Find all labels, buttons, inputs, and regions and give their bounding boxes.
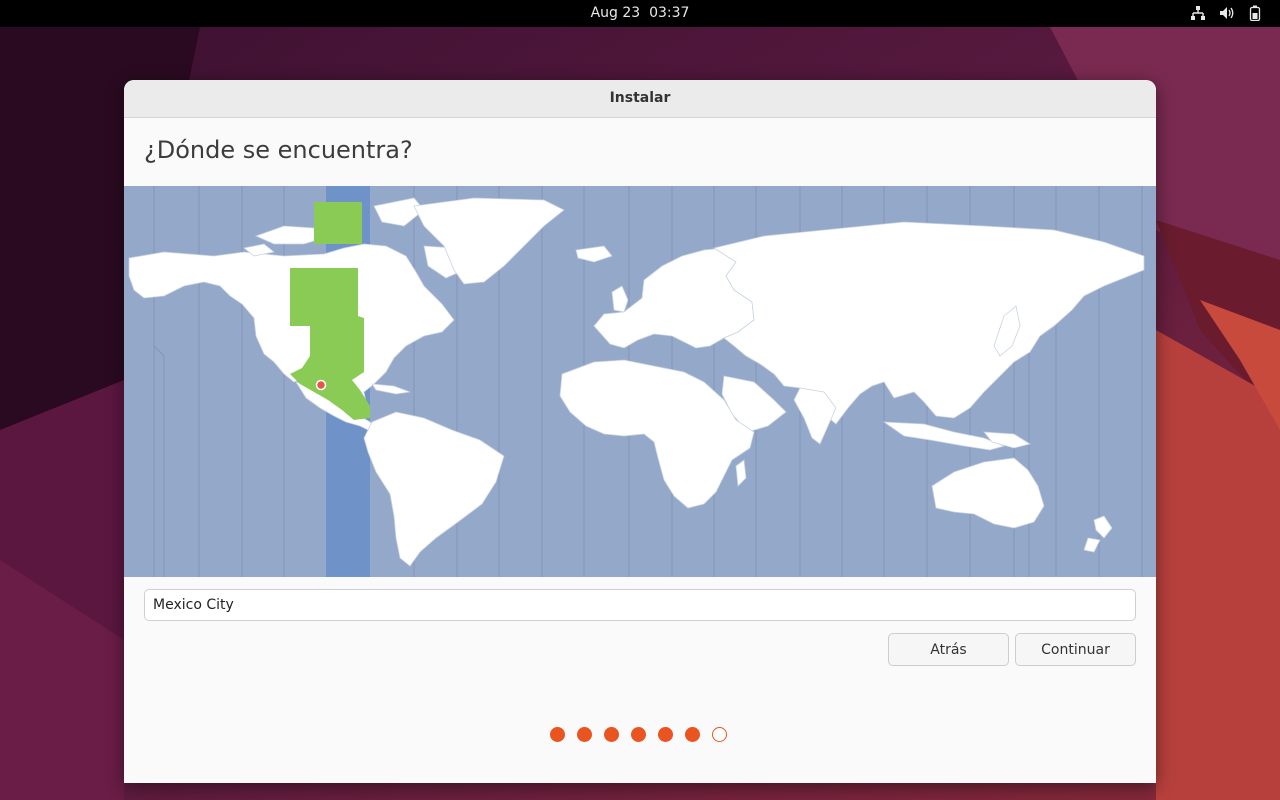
location-input[interactable] bbox=[144, 589, 1136, 621]
clock-time: 03:37 bbox=[649, 5, 690, 21]
clock[interactable]: Aug 23 03:37 bbox=[0, 0, 1280, 27]
battery-icon[interactable] bbox=[1247, 5, 1263, 21]
top-bar: Aug 23 03:37 bbox=[0, 0, 1280, 27]
continue-button[interactable]: Continuar bbox=[1015, 633, 1136, 666]
progress-dot-complete bbox=[658, 727, 673, 742]
progress-dot-complete bbox=[577, 727, 592, 742]
volume-icon[interactable] bbox=[1219, 5, 1235, 21]
network-icon[interactable] bbox=[1190, 5, 1206, 21]
timezone-map[interactable] bbox=[124, 186, 1156, 577]
clock-date: Aug 23 bbox=[590, 5, 641, 21]
progress-dot-complete bbox=[550, 727, 565, 742]
progress-indicator bbox=[550, 727, 730, 743]
progress-dot-current bbox=[712, 727, 727, 742]
city-marker bbox=[315, 379, 327, 391]
progress-dot-complete bbox=[631, 727, 646, 742]
installer-window: Instalar ¿Dónde se encuentra? Mexico Cit… bbox=[124, 80, 1156, 783]
page-title: ¿Dónde se encuentra? bbox=[144, 136, 413, 164]
back-button[interactable]: Atrás bbox=[888, 633, 1009, 666]
window-titlebar[interactable]: Instalar bbox=[124, 80, 1156, 118]
window-title: Instalar bbox=[609, 90, 671, 106]
progress-dot-complete bbox=[604, 727, 619, 742]
progress-dot-complete bbox=[685, 727, 700, 742]
